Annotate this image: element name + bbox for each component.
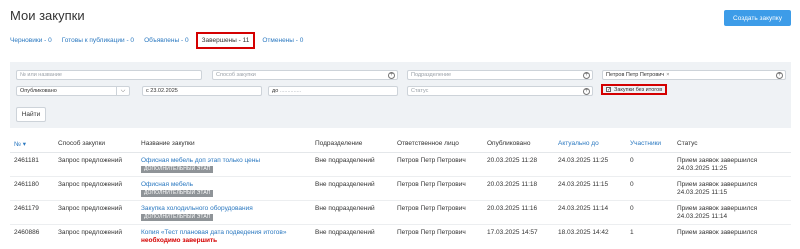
row-status: Прием заявок завершился [677, 205, 758, 212]
row-status: Прием заявок завершился [677, 229, 758, 236]
row-person: Петров Петр Петрович [397, 229, 466, 236]
col-published: Опубликовано [487, 140, 531, 147]
row-person: Петров Петр Петрович [397, 205, 466, 212]
responsible-person-tag: Петров Петр Петрович [606, 72, 665, 78]
remove-tag-icon[interactable]: × [666, 72, 669, 78]
header-divider [10, 152, 791, 153]
row-department: Вне подразделений [315, 181, 375, 188]
row-participants: 0 [630, 181, 634, 188]
row-published: 20.03.2025 11:16 [487, 205, 538, 212]
stage-badge: ДОПОЛНИТЕЛЬНЫЙ ЭТАП [141, 214, 214, 221]
add-person-icon[interactable]: + [776, 71, 783, 79]
row-until: 24.03.2025 11:25 [558, 157, 609, 164]
page-title: Мои закупки [10, 8, 85, 23]
col-participants-sort[interactable]: Участники [630, 140, 661, 147]
row-number: 2460886 [14, 229, 40, 236]
no-results-checkbox[interactable]: ✓ Закупки без итогов [601, 84, 668, 95]
row-name-link[interactable]: Офисная мебель [141, 181, 193, 189]
row-participants: 0 [630, 157, 634, 164]
col-method: Способ закупки [58, 140, 106, 147]
tab-completed[interactable]: Завершены - 11 [195, 31, 256, 49]
status-placeholder: Статус [411, 88, 429, 94]
add-status-icon[interactable]: + [583, 87, 590, 95]
tab-drafts[interactable]: Черновики - 0 [10, 37, 52, 44]
row-person: Петров Петр Петрович [397, 181, 466, 188]
row-status: Прием заявок завершился [677, 181, 758, 188]
purchase-method-input[interactable]: Способ закупки + [212, 70, 398, 80]
col-department: Подразделение [315, 140, 363, 147]
row-person: Петров Петр Петрович [397, 157, 466, 164]
row-until: 24.03.2025 11:15 [558, 181, 609, 188]
published-select-value: Опубликовано [20, 88, 57, 94]
tab-cancelled[interactable]: Отменены - 0 [262, 37, 303, 44]
published-select[interactable]: Опубликовано ⌵ [16, 86, 130, 96]
row-published: 20.03.2025 11:28 [487, 157, 538, 164]
row-name-link[interactable]: Закупка холодильного оборудования [141, 205, 253, 213]
row-number: 2461180 [14, 181, 39, 188]
create-purchase-button[interactable]: Создать закупку [724, 10, 791, 26]
find-button[interactable]: Найти [16, 107, 46, 122]
number-or-name-input[interactable]: № или название [16, 70, 202, 80]
date-to-input[interactable]: до .............. [268, 86, 398, 96]
row-status-date: 24.03.2025 11:14 [677, 213, 728, 220]
row-method: Запрос предложений [58, 205, 122, 212]
row-divider [10, 200, 791, 201]
chevron-down-icon: ⌵ [116, 87, 129, 95]
status-input[interactable]: Статус + [407, 86, 593, 96]
row-until: 18.03.2025 14:42 [558, 229, 609, 236]
completion-warning: необходимо завершить [141, 237, 218, 244]
row-published: 17.03.2025 14:57 [487, 229, 538, 236]
row-published: 20.03.2025 11:18 [487, 181, 538, 188]
stage-badge: ДОПОЛНИТЕЛЬНЫЙ ЭТАП [141, 166, 214, 173]
tab-announced[interactable]: Объявлены - 0 [144, 37, 189, 44]
row-name-link[interactable]: Копия «Тест плановая дата подведения ито… [141, 229, 286, 237]
row-method: Запрос предложений [58, 229, 122, 236]
row-number: 2461181 [14, 157, 39, 164]
row-status-date: 24.03.2025 11:25 [677, 165, 728, 172]
date-from-input[interactable]: с 23.02.2025 [142, 86, 262, 96]
row-participants: 0 [630, 205, 634, 212]
col-responsible: Ответственное лицо [397, 140, 459, 147]
row-divider [10, 224, 791, 225]
col-name: Название закупки [141, 140, 195, 147]
col-actual-until-sort[interactable]: Актуально до [558, 140, 599, 147]
col-number-sort[interactable]: № ▾ [14, 140, 26, 148]
row-method: Запрос предложений [58, 157, 122, 164]
date-from-value: 23.02.2025 [150, 88, 178, 94]
row-method: Запрос предложений [58, 181, 122, 188]
row-department: Вне подразделений [315, 157, 375, 164]
row-status-date: 24.03.2025 11:15 [677, 189, 728, 196]
stage-badge: ДОПОЛНИТЕЛЬНЫЙ ЭТАП [141, 190, 214, 197]
department-placeholder: Подразделение [411, 72, 452, 78]
row-status: Прием заявок завершился [677, 157, 758, 164]
status-tabs: Черновики - 0 Готовы к публикации - 0 Об… [10, 31, 313, 49]
row-until: 24.03.2025 11:14 [558, 205, 609, 212]
add-department-icon[interactable]: + [583, 71, 590, 79]
row-divider [10, 176, 791, 177]
no-results-checkbox-label: Закупки без итогов [614, 86, 663, 93]
row-participants: 1 [630, 229, 634, 236]
row-department: Вне подразделений [315, 205, 375, 212]
department-input[interactable]: Подразделение + [407, 70, 593, 80]
add-method-icon[interactable]: + [388, 71, 395, 79]
filter-panel: № или название Способ закупки + Подразде… [10, 62, 791, 128]
responsible-person-input[interactable]: Петров Петр Петрович × + [602, 70, 786, 80]
date-from-prefix: с [146, 88, 149, 94]
row-name-link[interactable]: Офисная мебель доп этап только цены [141, 157, 260, 165]
date-to-prefix: до [272, 88, 279, 94]
date-to-value: .............. [279, 88, 302, 94]
row-department: Вне подразделений [315, 229, 375, 236]
checkbox-checked-icon[interactable]: ✓ [606, 87, 611, 93]
tab-ready-to-publish[interactable]: Готовы к публикации - 0 [62, 37, 134, 44]
row-number: 2461179 [14, 205, 39, 212]
col-status: Статус [677, 140, 698, 147]
purchase-method-placeholder: Способ закупки [216, 72, 256, 78]
